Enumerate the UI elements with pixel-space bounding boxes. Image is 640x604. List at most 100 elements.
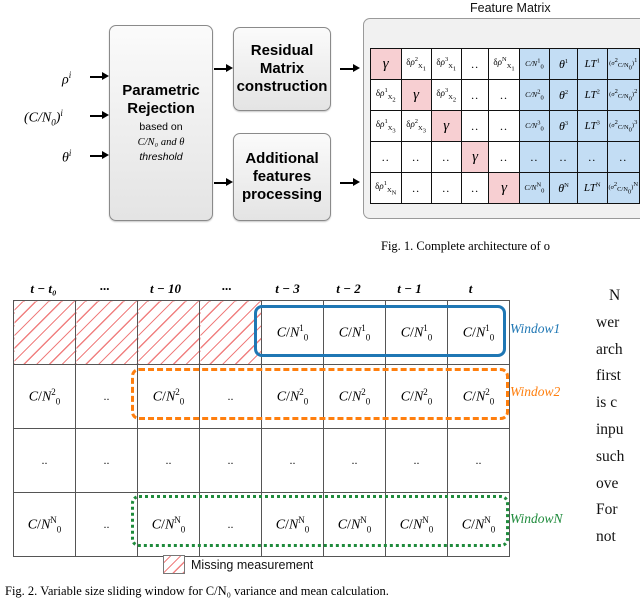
- matrix-cell: δρ1XN: [370, 172, 402, 204]
- matrix-cell: (σ2C/N0)N: [606, 172, 640, 204]
- matrix-cell: LT3: [577, 110, 608, 142]
- body-line: is c: [596, 394, 618, 412]
- figure-2-sliding-window: t − t₀ ··· t − 10 ··· t − 3 t − 2 t − 1 …: [0, 268, 640, 604]
- matrix-cell: δρ3X1: [430, 48, 462, 80]
- matrix-cell: δρ3X2: [430, 79, 462, 111]
- window-1-label: Window1: [510, 321, 561, 336]
- window-cell-ellipsis: ..: [75, 364, 138, 429]
- matrix-cell: C/NN0: [518, 172, 551, 204]
- matrix-cell: ..: [488, 110, 520, 142]
- window-cell-ellipsis: ..: [385, 428, 448, 493]
- box-residual-line3: construction: [236, 78, 328, 95]
- arrow-parametric-to-additional: [214, 178, 233, 187]
- box-parametric-sub3: threshold: [139, 151, 183, 163]
- window-cell-ellipsis: ..: [261, 428, 324, 493]
- figure-2-caption: Fig. 2. Variable size sliding window for…: [5, 584, 389, 598]
- column-header-t-minus-2: t − 2: [336, 281, 361, 296]
- column-header-t-minus-10: t − 10: [150, 281, 181, 296]
- column-header-t-minus-3: t − 3: [275, 281, 300, 296]
- window-table-header-row: t − t₀ ··· t − 10 ··· t − 3 t − 2 t − 1 …: [13, 281, 501, 299]
- box-additional-features-processing[interactable]: Additional features processing: [233, 133, 331, 221]
- arrow-theta-to-parametric: [90, 151, 109, 160]
- matrix-cell: LT1: [577, 48, 608, 80]
- figure-1-architecture: Feature Matrix ρi (C/N0)i θi Parametric …: [0, 0, 640, 268]
- box-parametric-rejection[interactable]: Parametric Rejection based on C/N₀ and θ…: [109, 25, 213, 221]
- hatch-swatch-icon: [163, 555, 185, 574]
- matrix-cell: LT2: [577, 79, 608, 111]
- body-line: inpu: [596, 420, 624, 438]
- matrix-cell: ..: [430, 172, 462, 204]
- matrix-cell: δρ1X2: [370, 79, 402, 111]
- matrix-cell: C/N10: [518, 48, 551, 80]
- box-parametric-sub2: C/N₀ and θ: [137, 137, 185, 148]
- box-parametric-title-line2: Rejection: [127, 100, 195, 117]
- matrix-cell: γ: [488, 172, 520, 204]
- matrix-cell: δρ2X3: [400, 110, 432, 142]
- matrix-cell: ..: [606, 141, 640, 173]
- matrix-cell: γ: [430, 110, 462, 142]
- column-header-t: t: [468, 281, 473, 296]
- window-cell: C/N10: [385, 300, 448, 365]
- window-cell: C/NN0: [447, 492, 510, 557]
- matrix-cell: ..: [577, 141, 608, 173]
- input-label-theta: θi: [62, 148, 72, 166]
- window-cell: C/N20: [385, 364, 448, 429]
- column-header-ellipsis-2: ···: [221, 281, 232, 296]
- window-cell-ellipsis: ..: [199, 492, 262, 557]
- matrix-cell: LTN: [577, 172, 608, 204]
- box-additional-line1: Additional: [245, 150, 319, 167]
- window-cell: C/NN0: [137, 492, 200, 557]
- body-line: N: [609, 287, 621, 304]
- matrix-cell: ..: [460, 172, 490, 204]
- window-cell: C/N10: [323, 300, 386, 365]
- arrow-parametric-to-residual: [214, 64, 233, 73]
- table-row: γ δρ2X1 δρ3X1 .. δρNX1 C/N10 θ1 LT1 (σ2C…: [370, 48, 640, 80]
- window-cell: C/N20: [137, 364, 200, 429]
- matrix-cell: δρ1X3: [370, 110, 402, 142]
- window-cell-ellipsis: ..: [137, 428, 200, 493]
- window-cell-ellipsis: ..: [199, 428, 262, 493]
- arrow-additional-to-matrix: [340, 178, 361, 187]
- matrix-cell: C/N30: [518, 110, 551, 142]
- body-line: arch: [596, 340, 623, 358]
- body-line: For: [596, 501, 618, 519]
- paper-figure-page: Feature Matrix ρi (C/N0)i θi Parametric …: [0, 0, 640, 604]
- table-row: .. .. .. γ .. .. .. .. ..: [370, 141, 640, 173]
- matrix-cell: ..: [400, 172, 432, 204]
- body-line: such: [596, 447, 625, 465]
- window-cell: C/N10: [447, 300, 510, 365]
- body-line: wer: [596, 313, 620, 331]
- body-line: ove: [596, 474, 619, 492]
- window-cell: C/N20: [261, 364, 324, 429]
- matrix-cell: δρ2X1: [400, 48, 432, 80]
- box-parametric-sub1: based on: [139, 121, 183, 133]
- window-cell-missing: [137, 300, 200, 365]
- matrix-cell: θ1: [548, 48, 579, 80]
- input-label-rho: ρi: [62, 70, 72, 88]
- figure-1-caption: Fig. 1. Complete architecture of o: [381, 239, 551, 253]
- window-cell-ellipsis: ..: [13, 428, 76, 493]
- window-cell: C/NN0: [261, 492, 324, 557]
- window-cell: C/N10: [261, 300, 324, 365]
- matrix-cell: ..: [430, 141, 462, 173]
- matrix-cell: (σ2C/N0)3: [606, 110, 640, 142]
- box-residual-line2: Matrix: [259, 60, 305, 77]
- matrix-cell: (σ2C/N0)1: [606, 48, 640, 80]
- matrix-cell: ..: [370, 141, 402, 173]
- box-residual-matrix-construction[interactable]: Residual Matrix construction: [233, 27, 331, 111]
- table-row: C/NN0 .. C/NN0 .. C/NN0 C/NN0 C/NN0 C/NN…: [13, 492, 510, 557]
- matrix-cell: ..: [548, 141, 579, 173]
- legend-label: Missing measurement: [191, 557, 314, 572]
- window-cell: C/NN0: [323, 492, 386, 557]
- window-cell: C/NN0: [13, 492, 76, 557]
- table-row: C/N10 C/N10 C/N10 C/N10: [13, 300, 510, 365]
- matrix-cell: ..: [488, 79, 520, 111]
- matrix-cell: θN: [548, 172, 579, 204]
- matrix-cell: γ: [370, 48, 402, 80]
- legend-missing-measurement: Missing measurement: [163, 555, 313, 574]
- window-cell-missing: [199, 300, 262, 365]
- table-row: δρ1XN .. .. .. γ C/NN0 θN LTN (σ2C/N0)N: [370, 172, 640, 204]
- window-cell: C/N20: [447, 364, 510, 429]
- input-label-cn0: (C/N0)i: [24, 108, 63, 128]
- matrix-cell: ..: [400, 141, 432, 173]
